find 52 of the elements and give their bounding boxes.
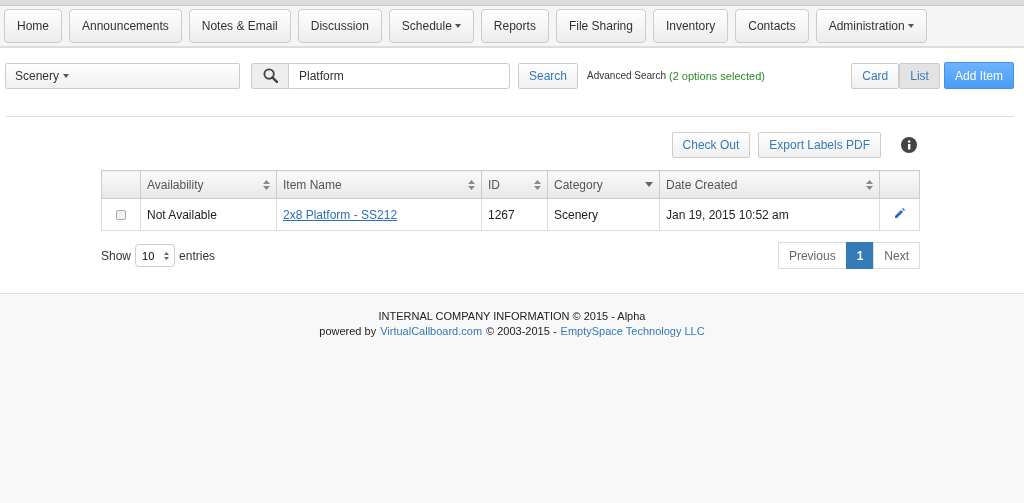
advanced-search-link[interactable]: Advanced Search (587, 70, 666, 81)
selected-options-note: (2 options selected) (669, 69, 765, 82)
action-button[interactable]: Export Labels PDF (758, 132, 881, 158)
nav-button[interactable]: Administration (815, 9, 927, 43)
view-toggle[interactable]: List (899, 62, 940, 89)
nav-button[interactable]: Home (4, 9, 62, 43)
footer-link[interactable]: EmptySpace Technology LLC (560, 325, 705, 337)
nav-button[interactable]: Notes & Email (188, 9, 291, 43)
nav-button[interactable]: Contacts (735, 9, 809, 43)
action-button[interactable]: Check Out (671, 132, 751, 158)
search-icon (251, 62, 288, 89)
column-header[interactable]: Availability (140, 170, 277, 199)
sort-icon[interactable] (263, 179, 270, 190)
caret-icon (63, 73, 70, 78)
search-field[interactable]: Platform (288, 62, 510, 89)
table-cell: 1267 (481, 198, 548, 231)
category-select[interactable]: Scenery (5, 62, 240, 89)
nav-button[interactable]: Reports (480, 9, 549, 43)
nav-button[interactable]: Announcements (69, 9, 182, 43)
nav-button[interactable]: Discussion (297, 9, 382, 43)
column-header[interactable]: Category (547, 170, 660, 199)
sort-descending-icon[interactable] (645, 182, 653, 187)
pencil-icon[interactable] (894, 207, 905, 219)
info-icon[interactable] (901, 137, 917, 153)
table-cell: Scenery (547, 198, 660, 231)
column-header[interactable]: Date Created (659, 170, 880, 199)
nav-button[interactable]: File Sharing (555, 9, 646, 43)
show-label: Show (101, 248, 132, 263)
nav-button[interactable]: Inventory (652, 9, 729, 43)
caret-icon (454, 24, 461, 28)
entries-select[interactable]: 10 (135, 244, 176, 267)
column-header[interactable]: Item Name (276, 170, 482, 199)
footer-text: powered by (319, 325, 377, 337)
entries-label: entries (179, 248, 216, 263)
footer-text: © 2003-2015 - (486, 325, 557, 337)
view-toggle[interactable]: Card (851, 62, 900, 89)
table-cell: Jan 19, 2015 10:52 am (659, 198, 880, 231)
footer-link[interactable]: VirtualCallboard.com (380, 325, 483, 337)
sort-icon (164, 251, 170, 260)
previous-button[interactable]: Previous (777, 242, 847, 269)
footer-notice: INTERNAL COMPANY INFORMATION © 2015 - Alpha (378, 310, 646, 322)
column-header[interactable]: ID (481, 170, 548, 199)
row-checkbox[interactable] (116, 210, 126, 221)
caret-icon (907, 24, 914, 28)
sort-icon[interactable] (534, 179, 541, 190)
table-cell: Not Available (140, 198, 277, 231)
nav-button[interactable]: Schedule (388, 9, 474, 43)
sort-icon[interactable] (866, 179, 873, 190)
sort-icon[interactable] (468, 179, 475, 190)
next-button[interactable]: Next (873, 242, 920, 269)
item-link[interactable]: 2x8 Platform - SS212 (283, 207, 398, 222)
search-button[interactable]: Search (518, 62, 579, 89)
